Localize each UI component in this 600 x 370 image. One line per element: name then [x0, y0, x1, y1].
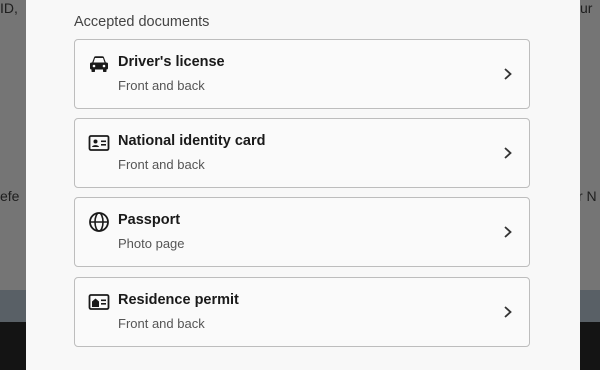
document-title: Driver's license [118, 54, 225, 70]
document-title: Residence permit [118, 292, 239, 308]
backdrop-text: efe [0, 188, 20, 204]
document-title: National identity card [118, 133, 266, 149]
document-option-passport[interactable]: Passport Photo page [74, 197, 530, 267]
section-label: Accepted documents [74, 14, 210, 30]
car-icon [90, 56, 108, 72]
backdrop-text: ID, [0, 0, 18, 16]
document-option-residence-permit[interactable]: Residence permit Front and back [74, 277, 530, 347]
residence-card-icon [88, 294, 110, 310]
document-subtitle: Photo page [118, 236, 185, 251]
chevron-right-icon [504, 68, 512, 80]
document-option-national-id[interactable]: National identity card Front and back [74, 118, 530, 188]
globe-icon [89, 212, 109, 232]
chevron-right-icon [504, 306, 512, 318]
document-option-drivers-license[interactable]: Driver's license Front and back [74, 39, 530, 109]
document-subtitle: Front and back [118, 78, 205, 93]
id-card-icon [88, 135, 110, 151]
backdrop-text: r N [578, 188, 597, 204]
chevron-right-icon [504, 147, 512, 159]
document-subtitle: Front and back [118, 316, 205, 331]
document-title: Passport [118, 212, 181, 228]
chevron-right-icon [504, 226, 512, 238]
document-subtitle: Front and back [118, 157, 205, 172]
document-select-modal: Accepted documents Driver's license Fron… [26, 0, 580, 370]
backdrop-text: ur [580, 0, 593, 16]
